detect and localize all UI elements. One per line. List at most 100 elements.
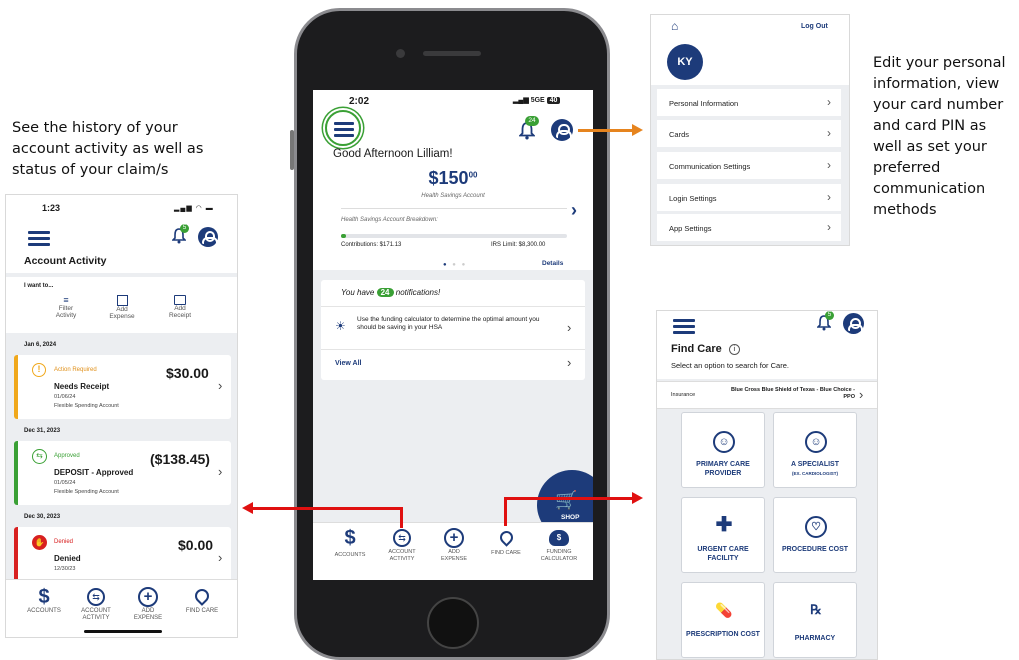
arrow-to-profile <box>578 129 634 132</box>
map-pin-icon <box>192 586 212 606</box>
menu-icon[interactable] <box>28 231 50 246</box>
home-button[interactable] <box>427 597 479 649</box>
action-add-receipt[interactable]: Add Receipt <box>166 295 194 319</box>
bell-icon[interactable]: 5 <box>816 311 834 331</box>
tile-procedure-cost[interactable]: ♡ PROCEDURE COST <box>773 497 857 573</box>
exchange-icon: ⇆ <box>393 529 411 547</box>
menu-login-settings[interactable]: Login Settings › <box>657 184 841 211</box>
activity-card-denied[interactable]: ✋ Denied Denied 12/30/23 $0.00 › <box>14 527 231 583</box>
chevron-right-icon: › <box>827 95 831 109</box>
plus-circle-icon: + <box>138 587 158 607</box>
details-link[interactable]: Details <box>542 260 563 267</box>
activity-date: 12/30/23 <box>54 566 76 572</box>
tile-urgent-care-facility[interactable]: ✚ URGENT CARE FACILITY <box>681 497 765 573</box>
menu-button[interactable] <box>325 110 361 146</box>
notif-post: notifications! <box>395 288 441 297</box>
contribution-fill <box>341 234 346 238</box>
irs-limit-label: IRS Limit: $8,300.00 <box>491 242 546 248</box>
chevron-right-icon: › <box>827 126 831 140</box>
avatar-initials[interactable]: KY <box>667 44 703 80</box>
activity-account: Flexible Spending Account <box>54 489 119 495</box>
bell-icon[interactable]: 24 <box>518 116 539 140</box>
nav-account-activity[interactable]: ⇆ ACCOUNT ACTIVITY <box>377 527 427 563</box>
receipt-icon <box>116 295 128 306</box>
menu-communication-settings[interactable]: Communication Settings › <box>657 152 841 179</box>
avatar[interactable] <box>551 119 573 141</box>
home-icon[interactable]: ⌂ <box>671 19 678 33</box>
bell-icon[interactable]: 5 <box>171 224 189 244</box>
person-icon: ☺ <box>805 431 827 453</box>
action-filter[interactable]: ≡ Filter Activity <box>52 295 80 319</box>
menu-label: Login Settings <box>669 194 717 203</box>
nav-add-expense[interactable]: + ADD EXPENSE <box>126 586 170 622</box>
menu-cards[interactable]: Cards › <box>657 120 841 147</box>
nav-label: ACCOUNT ACTIVITY <box>388 549 416 562</box>
carousel-dots: ● ● ● <box>443 262 468 268</box>
status-icons: ▂▄▆ ◠ ▬ <box>174 205 214 212</box>
action-add-expense[interactable]: Add Expense <box>108 295 136 320</box>
dashboard-header: 2:02 ▂▄▆ 5GE 40 24 Good Afternoon Lillia… <box>313 90 593 270</box>
activity-date: 01/05/24 <box>54 480 76 486</box>
view-all-link[interactable]: View All <box>335 360 361 367</box>
funding-tip-row[interactable]: ☀ Use the funding calculator to determin… <box>321 307 585 349</box>
nav-funding-calculator[interactable]: $ FUNDING CALCULATOR <box>531 527 587 563</box>
hsa-balance: $15000 <box>313 168 593 189</box>
action-label: Add Expense <box>109 306 135 320</box>
balance-main: $150 <box>428 168 469 188</box>
tile-label: PROCEDURE COST <box>781 546 849 553</box>
status-time: 1:23 <box>42 203 61 213</box>
tile-label: PRIMARY CARE PROVIDER <box>696 461 750 477</box>
shop-label: SHOP <box>561 514 580 521</box>
dollar-icon: $ <box>344 527 356 549</box>
logout-link[interactable]: Log Out <box>801 23 828 30</box>
home-indicator <box>84 630 162 633</box>
nav-label: FIND CARE <box>491 550 521 556</box>
chevron-right-icon[interactable]: › <box>571 200 577 221</box>
approved-icon: ⇆ <box>32 449 47 464</box>
nav-find-care[interactable]: FIND CARE <box>180 586 224 615</box>
nav-label: ACCOUNTS <box>27 608 61 614</box>
arrow-head-icon <box>632 492 643 504</box>
activity-amount: ($138.45) <box>150 451 210 467</box>
i-want-to-label: I want to... <box>24 283 54 289</box>
menu-icon[interactable] <box>673 319 695 334</box>
avatar[interactable] <box>843 313 864 334</box>
phone-camera <box>396 49 405 58</box>
bell-badge: 5 <box>825 311 834 320</box>
tile-prescription-cost[interactable]: 💊 PRESCRIPTION COST <box>681 582 765 658</box>
nav-label: FIND CARE <box>185 608 219 614</box>
status-icons: ▂▄▆ 5GE 40 <box>513 96 561 104</box>
tile-specialist[interactable]: ☺ A SPECIALIST (EX. CARDIOLOGIST) <box>773 412 857 488</box>
tile-primary-care-provider[interactable]: ☺ PRIMARY CARE PROVIDER <box>681 412 765 488</box>
nav-accounts[interactable]: $ ACCOUNTS <box>325 527 375 559</box>
nav-label: ADD EXPENSE <box>441 549 467 562</box>
activity-card-action-required[interactable]: ! Action Required Needs Receipt 01/06/24… <box>14 355 231 419</box>
page-title: Find Care i <box>671 343 740 355</box>
dollar-icon: $ <box>38 586 50 608</box>
find-care-screen: 5 Find Care i Select an option to search… <box>656 310 878 660</box>
tile-label: URGENT CARE FACILITY <box>697 546 749 562</box>
bottom-nav: $ ACCOUNTS ⇆ ACCOUNT ACTIVITY + ADD EXPE… <box>6 579 237 637</box>
notif-count-badge: 24 <box>376 288 394 297</box>
plus-circle-icon: + <box>444 528 464 548</box>
action-label: Filter Activity <box>55 305 77 319</box>
find-care-subtitle: Select an option to search for Care. <box>671 361 789 370</box>
activity-card-approved[interactable]: ⇆ Approved DEPOSIT - Approved 01/05/24 F… <box>14 441 231 505</box>
nav-account-activity[interactable]: ⇆ ACCOUNT ACTIVITY <box>74 586 118 622</box>
tile-pharmacy[interactable]: ℞ PHARMACY <box>773 582 857 658</box>
activity-account: Flexible Spending Account <box>54 403 119 409</box>
status-text: Denied <box>54 539 74 545</box>
menu-app-settings[interactable]: App Settings › <box>657 214 841 241</box>
arrow-head-icon <box>242 502 253 514</box>
heart-pulse-icon: ♡ <box>805 516 827 538</box>
activity-header: 1:23 ▂▄▆ ◠ ▬ 5 Account Activity <box>6 195 237 273</box>
avatar[interactable] <box>198 227 218 247</box>
info-icon[interactable]: i <box>728 344 740 355</box>
insurance-row[interactable]: Insurance Blue Cross Blue Shield of Texa… <box>657 381 877 409</box>
menu-personal-information[interactable]: Personal Information › <box>657 89 841 116</box>
lightbulb-icon: ☀ <box>335 319 346 333</box>
nav-accounts[interactable]: $ ACCOUNTS <box>22 586 66 615</box>
notifications-card: You have 24 notifications! ☀ Use the fun… <box>321 280 585 380</box>
nav-find-care[interactable]: FIND CARE <box>481 527 531 557</box>
nav-add-expense[interactable]: + ADD EXPENSE <box>429 527 479 563</box>
